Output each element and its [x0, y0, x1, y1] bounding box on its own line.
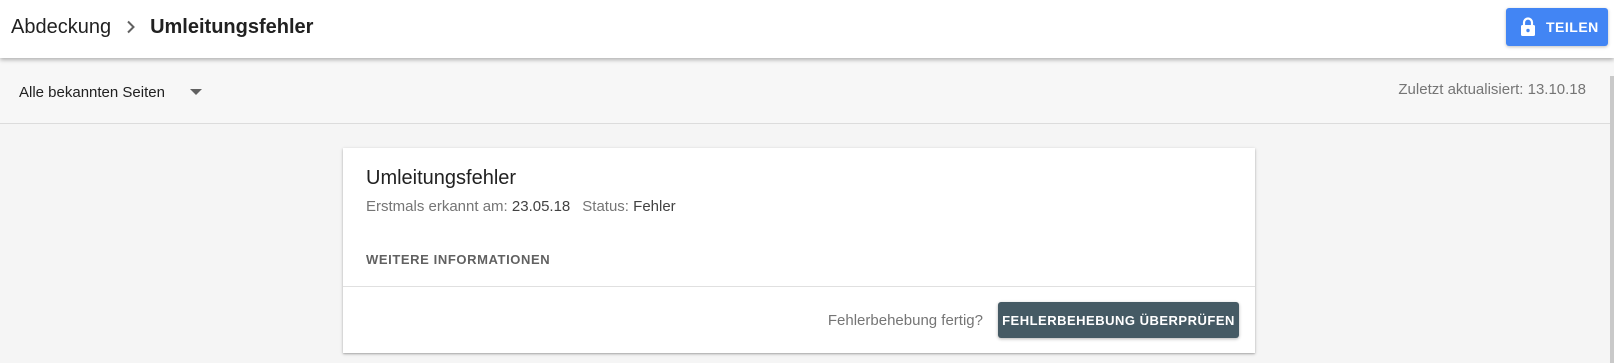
- fix-done-prompt: Fehlerbehebung fertig?: [827, 312, 983, 329]
- issue-title: Umleitungsfehler: [366, 167, 517, 189]
- pages-filter-label: Alle bekannten Seiten: [19, 83, 165, 101]
- scrollbar[interactable]: [1610, 76, 1614, 363]
- issue-meta: Erstmals erkannt am: 23.05.18 Status: Fe…: [366, 198, 676, 215]
- card-divider: [343, 286, 1255, 287]
- lock-icon: [1520, 17, 1536, 37]
- validate-fix-button[interactable]: FEHLERBEHEBUNG ÜBERPRÜFEN: [998, 302, 1239, 338]
- caret-down-icon: [189, 89, 202, 95]
- more-info-link[interactable]: WEITERE INFORMATIONEN: [366, 252, 550, 267]
- breadcrumb-item-coverage[interactable]: Abdeckung: [11, 16, 111, 39]
- chevron-right-icon: [126, 20, 136, 34]
- last-updated-text: Zuletzt aktualisiert: 13.10.18: [1398, 81, 1586, 98]
- status-label: Status:: [582, 198, 629, 215]
- filter-bar: Alle bekannten Seiten Zuletzt aktualisie…: [0, 58, 1614, 124]
- breadcrumb: Abdeckung Umleitungsfehler: [11, 0, 313, 54]
- app-bar: Abdeckung Umleitungsfehler TEILEN: [0, 0, 1614, 58]
- first-detected-value: 23.05.18: [511, 198, 571, 215]
- status-value: Fehler: [633, 198, 676, 215]
- page-title: Umleitungsfehler: [150, 15, 314, 38]
- pages-filter-dropdown[interactable]: Alle bekannten Seiten: [19, 80, 202, 104]
- issue-card: Umleitungsfehler Erstmals erkannt am: 23…: [343, 148, 1255, 353]
- share-button-label: TEILEN: [1546, 19, 1599, 35]
- first-detected-label: Erstmals erkannt am:: [366, 198, 508, 215]
- share-button[interactable]: TEILEN: [1506, 8, 1608, 46]
